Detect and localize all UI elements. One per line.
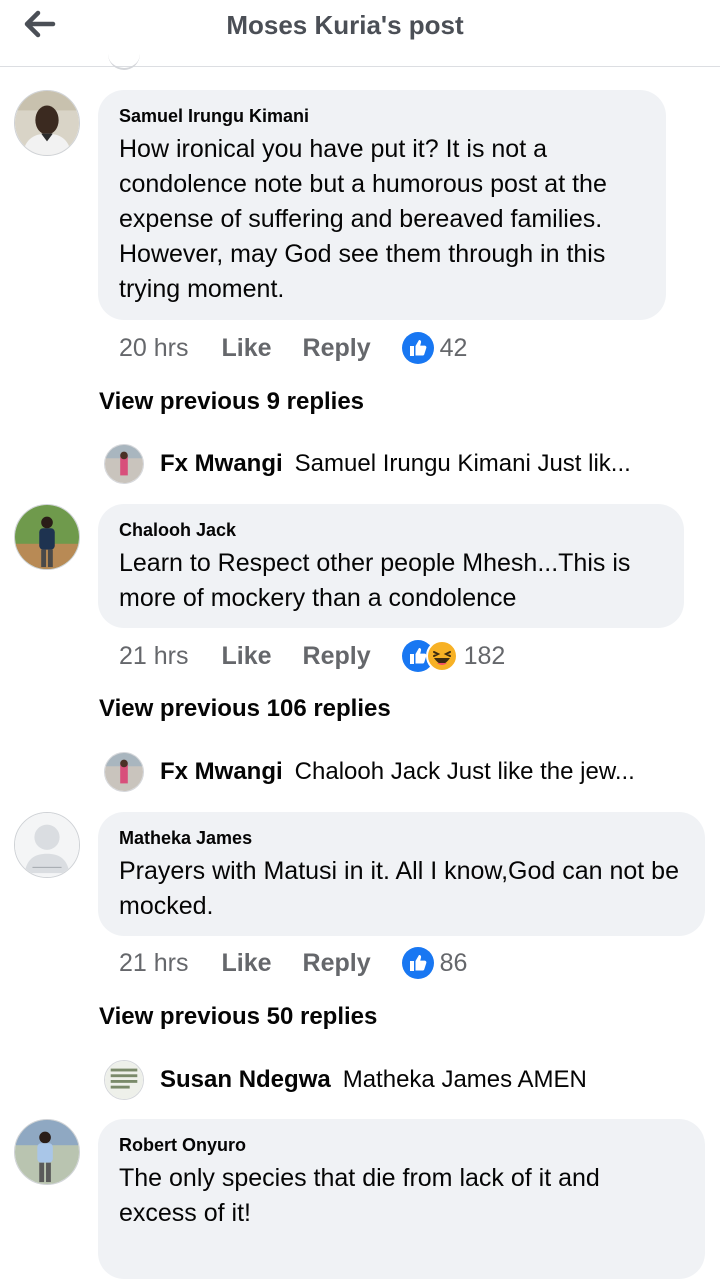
like-button[interactable]: Like [221, 334, 271, 363]
reply-preview: Matheka James AMEN [342, 1066, 587, 1093]
haha-reaction-icon [425, 640, 458, 672]
comment-bubble[interactable]: Robert Onyuro The only species that die … [98, 1119, 705, 1279]
avatar[interactable] [14, 812, 80, 878]
comment-text: The only species that die from lack of i… [119, 1164, 600, 1227]
like-reaction-icon [401, 332, 434, 364]
like-button[interactable]: Like [221, 642, 271, 671]
comment-author[interactable]: Matheka James [119, 828, 683, 849]
view-previous-replies[interactable]: View previous 106 replies [99, 695, 391, 723]
avatar[interactable] [14, 90, 80, 156]
view-previous-replies[interactable]: View previous 9 replies [99, 388, 364, 416]
reply-preview: Chalooh Jack Just like the jew... [294, 758, 635, 785]
comment-actions: 20 hrs Like Reply 42 [119, 330, 467, 366]
comment-text: Prayers with Matusi in it. All I know,Go… [119, 857, 679, 920]
previous-comment-edge [108, 52, 140, 70]
comment-time[interactable]: 21 hrs [119, 642, 188, 671]
like-button[interactable]: Like [221, 949, 271, 978]
comment-time[interactable]: 21 hrs [119, 949, 188, 978]
reaction-count: 42 [439, 333, 468, 362]
comment-text: How ironical you have put it? It is not … [119, 135, 607, 303]
avatar[interactable] [104, 752, 144, 792]
comment-bubble[interactable]: Samuel Irungu Kimani How ironical you ha… [98, 90, 666, 320]
top-bar: Moses Kuria's post [0, 0, 720, 70]
comment-author[interactable]: Robert Onyuro [119, 1135, 683, 1156]
comment-bubble[interactable]: Matheka James Prayers with Matusi in it.… [98, 812, 705, 936]
like-reaction-icon [401, 947, 434, 979]
reply-author[interactable]: Fx Mwangi [160, 758, 283, 786]
comment-actions: 21 hrs Like Reply 86 [119, 945, 467, 981]
reply-button[interactable]: Reply [303, 949, 371, 978]
avatar[interactable] [104, 1060, 144, 1100]
comment-text: Learn to Respect other people Mhesh...Th… [119, 549, 631, 612]
page-title: Moses Kuria's post [226, 10, 464, 40]
reaction-count: 86 [439, 948, 468, 977]
view-previous-replies[interactable]: View previous 50 replies [99, 1003, 377, 1031]
comment-time[interactable]: 20 hrs [119, 334, 188, 363]
avatar[interactable] [104, 444, 144, 484]
comment-author[interactable]: Samuel Irungu Kimani [119, 106, 644, 127]
reaction-summary[interactable]: 42 [401, 332, 468, 364]
comment-author[interactable]: Chalooh Jack [119, 520, 662, 541]
reaction-summary[interactable]: 182 [401, 640, 506, 672]
latest-reply[interactable]: Fx Mwangi Chalooh Jack Just like the jew… [104, 751, 635, 793]
reply-button[interactable]: Reply [303, 334, 371, 363]
latest-reply[interactable]: Fx Mwangi Samuel Irungu Kimani Just lik.… [104, 443, 631, 485]
latest-reply[interactable]: Susan Ndegwa Matheka James AMEN [104, 1059, 587, 1101]
reply-preview: Samuel Irungu Kimani Just lik... [294, 450, 631, 477]
comment-actions: 21 hrs Like Reply 182 [119, 638, 505, 674]
avatar[interactable] [14, 1119, 80, 1185]
avatar[interactable] [14, 504, 80, 570]
reply-button[interactable]: Reply [303, 642, 371, 671]
reply-author[interactable]: Susan Ndegwa [160, 1066, 331, 1094]
reaction-count: 182 [463, 641, 506, 670]
comment-bubble[interactable]: Chalooh Jack Learn to Respect other peop… [98, 504, 684, 628]
reply-author[interactable]: Fx Mwangi [160, 450, 283, 478]
reaction-summary[interactable]: 86 [401, 947, 468, 979]
